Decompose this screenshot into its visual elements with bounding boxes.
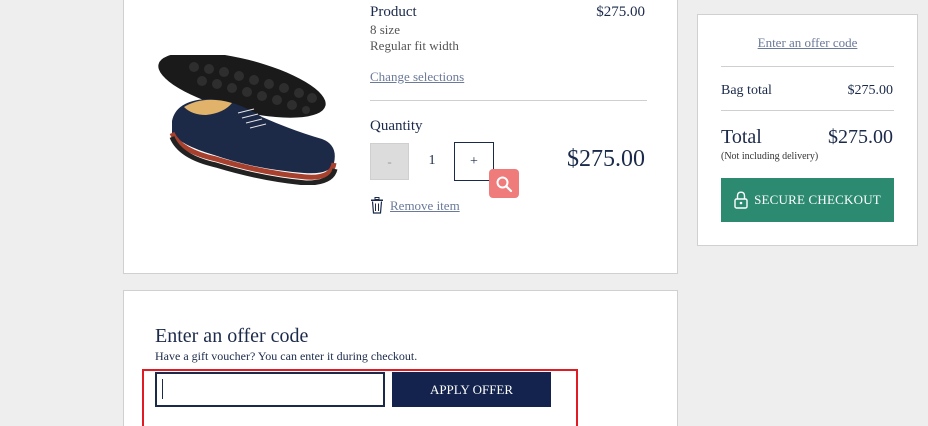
quantity-value: 1 [428, 153, 436, 168]
secure-checkout-label: SECURE CHECKOUT [754, 192, 881, 207]
product-name: Product [370, 4, 417, 20]
product-unit-price: $275.00 [596, 4, 645, 20]
lock-icon [734, 191, 748, 209]
apply-offer-button[interactable]: APPLY OFFER [392, 372, 551, 407]
offer-code-title: Enter an offer code [155, 325, 309, 347]
product-image[interactable] [154, 52, 339, 186]
order-summary: Enter an offer code Bag total $275.00 To… [697, 14, 918, 246]
bag-total-label: Bag total [721, 83, 772, 98]
quantity-label: Quantity [370, 118, 423, 134]
quantity-increase-button[interactable]: + [454, 142, 494, 181]
shoe-image [158, 52, 338, 186]
text-caret [162, 379, 163, 399]
magnifier-icon [496, 176, 513, 192]
total-label: Total [721, 126, 762, 148]
trash-icon [371, 197, 383, 214]
total-note: (Not including delivery) [721, 151, 819, 162]
offer-code-subtitle: Have a gift voucher? You can enter it du… [155, 349, 418, 363]
summary-divider [721, 66, 894, 67]
secure-checkout-button[interactable]: SECURE CHECKOUT [721, 178, 894, 222]
enter-offer-code-link[interactable]: Enter an offer code [698, 35, 917, 51]
zoom-button[interactable] [489, 169, 519, 198]
product-card: Product $275.00 8 size Regular fit width… [123, 0, 678, 274]
product-divider [370, 100, 647, 101]
product-size: 8 size [370, 22, 400, 37]
quantity-decrease-button[interactable]: - [370, 143, 409, 180]
remove-item[interactable]: Remove item [370, 197, 460, 214]
product-fit: Regular fit width [370, 38, 459, 53]
offer-code-section: Enter an offer code Have a gift voucher?… [123, 290, 678, 426]
bag-total-value: $275.00 [847, 83, 894, 98]
change-selections-link[interactable]: Change selections [370, 69, 464, 85]
summary-divider [721, 110, 894, 111]
line-total-price: $275.00 [567, 146, 645, 172]
total-value: $275.00 [828, 126, 893, 148]
remove-item-link[interactable]: Remove item [390, 198, 460, 214]
offer-code-input[interactable] [155, 372, 385, 407]
